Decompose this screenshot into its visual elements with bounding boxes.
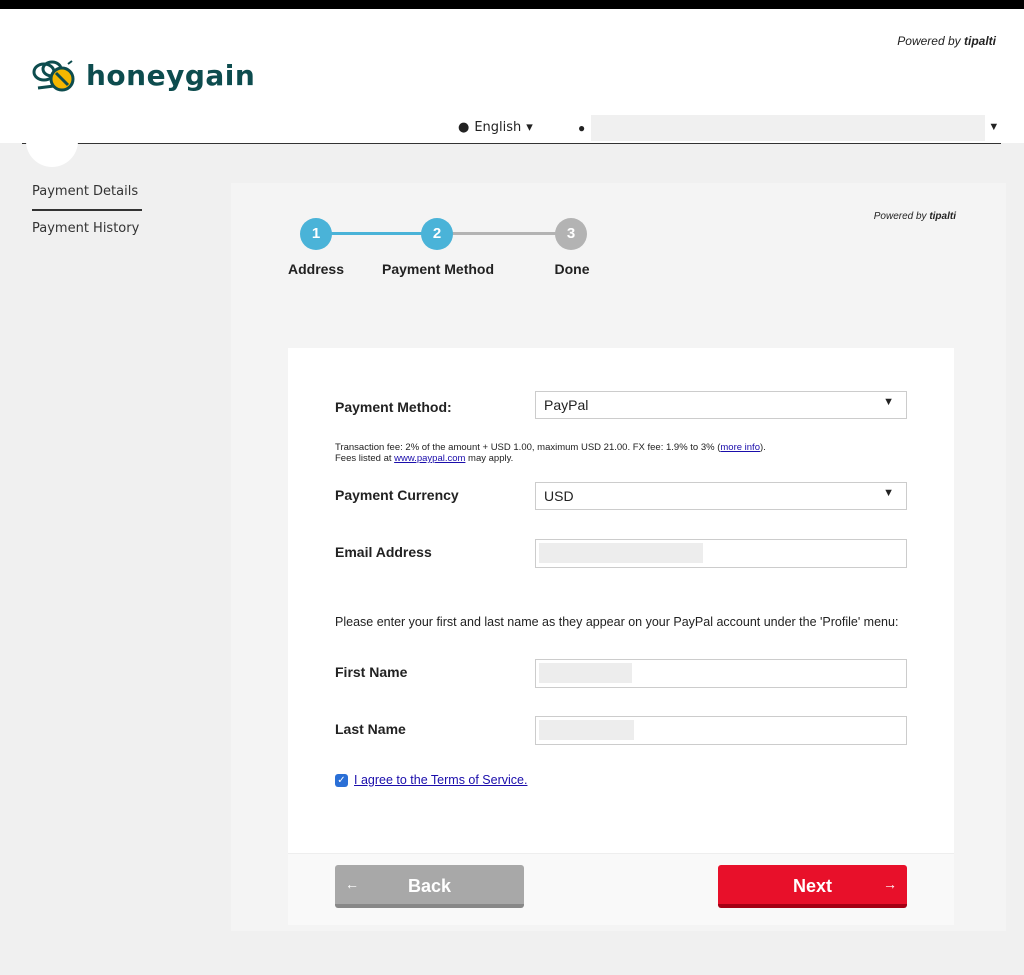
honeygain-logo[interactable]: honeygain: [32, 59, 255, 92]
more-info-link[interactable]: more info: [720, 442, 760, 453]
step-3-label: Done: [554, 261, 590, 277]
email-label: Email Address: [335, 544, 432, 560]
top-black-bar: [0, 0, 1024, 9]
chevron-down-icon: ▼: [988, 121, 1000, 133]
avatar[interactable]: [26, 135, 78, 167]
language-label: English: [474, 120, 522, 135]
terms-link[interactable]: I agree to the Terms of Service.: [354, 773, 527, 787]
currency-value: USD: [544, 488, 574, 504]
chevron-down-icon: ▼: [883, 487, 894, 499]
user-menu[interactable]: ● ▼: [578, 115, 999, 141]
chevron-down-icon: ▼: [883, 396, 894, 408]
email-field[interactable]: [535, 539, 907, 568]
globe-icon: ●: [458, 120, 470, 135]
currency-select[interactable]: USD ▼: [535, 482, 907, 510]
terms-checkbox[interactable]: ✓: [335, 773, 348, 787]
header: Powered by tipalti honeygain ● English ▾…: [0, 9, 1024, 144]
arrow-right-icon: →: [883, 876, 897, 892]
chevron-down-icon: ▾: [526, 120, 533, 135]
tipalti-logo: tipalti: [964, 34, 996, 48]
last-name-field[interactable]: [535, 716, 907, 745]
email-value-redacted: [539, 543, 703, 563]
back-button[interactable]: ← Back: [335, 865, 524, 908]
first-name-field[interactable]: [535, 659, 907, 688]
progress-stepper: 1 2 3 Address Payment Method Done: [286, 218, 616, 278]
powered-by-top: Powered by tipalti: [897, 34, 996, 48]
fee-note: Transaction fee: 2% of the amount + USD …: [335, 442, 766, 464]
last-name-label: Last Name: [335, 721, 406, 737]
step-2-circle: 2: [421, 218, 453, 250]
sidebar-item-payment-details[interactable]: Payment Details: [32, 184, 142, 211]
first-name-label: First Name: [335, 664, 408, 680]
payment-method-select[interactable]: PayPal ▼: [535, 391, 907, 419]
next-button[interactable]: Next →: [718, 865, 907, 908]
step-line-2-3: [450, 232, 556, 235]
bee-icon: [32, 59, 75, 91]
form-footer: ← Back Next →: [288, 853, 954, 925]
payment-panel: Powered by tipalti 1 2 3 Address Payment…: [231, 183, 1006, 931]
paypal-link[interactable]: www.paypal.com: [394, 453, 465, 464]
currency-label: Payment Currency: [335, 487, 459, 503]
last-name-value-redacted: [539, 720, 634, 740]
payment-form-card: Payment Method: PayPal ▼ Transaction fee…: [288, 348, 954, 925]
header-divider: [22, 143, 1001, 144]
payment-method-value: PayPal: [544, 397, 589, 413]
payment-method-label: Payment Method:: [335, 399, 452, 415]
first-name-value-redacted: [539, 663, 632, 683]
sidebar-item-payment-history[interactable]: Payment History: [32, 221, 142, 246]
step-2-label: Payment Method: [381, 261, 495, 277]
powered-by-panel: Powered by tipalti: [873, 211, 956, 222]
user-name-redacted: [591, 115, 986, 141]
tipalti-logo: tipalti: [929, 211, 956, 222]
step-1-label: Address: [287, 261, 345, 277]
name-instruction: Please enter your first and last name as…: [335, 615, 899, 629]
sidebar: Payment Details Payment History: [32, 184, 142, 246]
user-icon: ●: [578, 121, 586, 135]
terms-row: ✓ I agree to the Terms of Service.: [335, 773, 527, 787]
step-1-circle: 1: [300, 218, 332, 250]
step-3-circle: 3: [555, 218, 587, 250]
language-selector[interactable]: ● English ▾: [458, 120, 533, 135]
